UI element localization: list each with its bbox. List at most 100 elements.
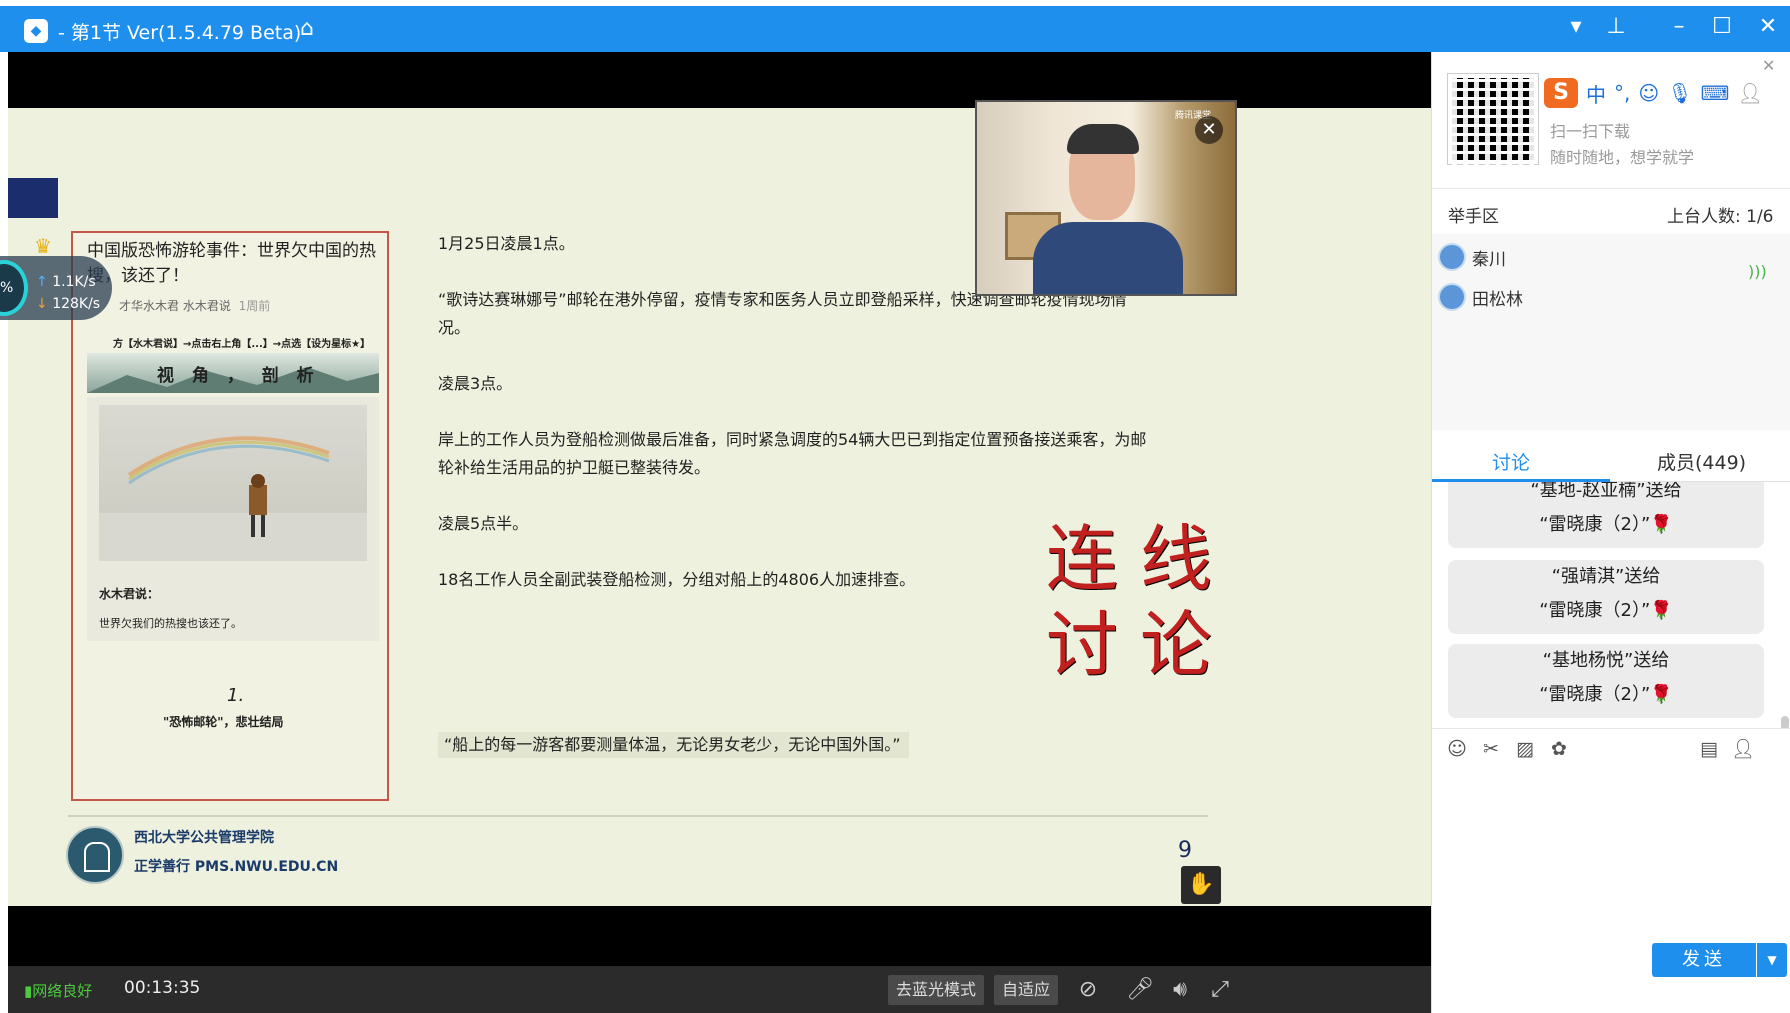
sogou-ime-icon[interactable]: S	[1544, 78, 1578, 108]
network-status: ▮网络良好	[24, 980, 92, 1001]
close-qr-icon[interactable]: ✕	[1762, 56, 1775, 75]
teacher-hair	[1067, 124, 1139, 154]
elapsed-time: 00:13:35	[124, 978, 201, 998]
upload-speed: ↑ 1.1K/s	[36, 274, 96, 290]
article-meta: 才华水木君 水木君说 1周前	[119, 297, 270, 314]
paragraph-3: 凌晨3点。	[438, 374, 513, 393]
dropdown-icon[interactable]: ▾	[1560, 14, 1592, 39]
fullscreen-icon[interactable]: ⤢	[1206, 976, 1234, 1004]
rainbow-photo	[99, 405, 367, 561]
upload-arrow-icon: ↑	[36, 274, 48, 290]
player-control-bar: ▮网络良好 00:13:35 去蓝光模式 自适应 ⊘ 🎤︎ 🔊︎ ⤢	[8, 966, 1431, 1013]
teacher-body	[1033, 222, 1183, 294]
download-arrow-icon: ↓	[36, 296, 48, 312]
qr-slogan: 随时随地，想学就学	[1550, 148, 1695, 167]
rainbow-illustration	[99, 436, 367, 561]
send-options-icon[interactable]: ▼	[1757, 943, 1787, 977]
minimize-button[interactable]: –	[1663, 14, 1695, 39]
article-quote: 世界欠我们的热搜也该还了。	[99, 617, 242, 630]
image-icon[interactable]: ▨	[1512, 737, 1538, 761]
network-percent: %	[0, 280, 14, 296]
member-name: 田松林	[1472, 289, 1523, 310]
vip-crown-icon: ♛	[34, 234, 52, 258]
tab-members[interactable]: 成员(449)	[1657, 448, 1746, 475]
ime-emoji-icon[interactable]: ☺	[1638, 81, 1659, 105]
chat-message-line: “基地-赵亚楠”送给	[1530, 482, 1682, 501]
raise-hand-member[interactable]: 田松林	[1438, 282, 1523, 312]
article-banner: 视 角 ， 剖 析	[87, 353, 379, 393]
download-speed-value: 128K/s	[52, 296, 101, 312]
footer-school: 西北大学公共管理学院	[134, 830, 274, 846]
mic-muted-icon[interactable]: 🎤︎	[1126, 976, 1154, 1004]
raise-hand-member[interactable]: 秦川	[1438, 242, 1506, 272]
chat-message: “基地-赵亚楠”送给 “雷晓康（2）”🌹	[1448, 482, 1764, 548]
raise-hand-area-title: 举手区	[1448, 207, 1499, 227]
footer-site: 正学善行 PMS.NWU.EDU.CN	[134, 859, 339, 875]
card-icon[interactable]: ▤	[1696, 737, 1722, 761]
ime-voice-icon[interactable]: 🎙︎	[1667, 81, 1692, 105]
article-banner-text: 视 角 ， 剖 析	[157, 366, 320, 386]
avatar	[1438, 243, 1466, 271]
article-follow-hint: 方【水木君说】→点击右上角【...】→点选【设为星标★】	[113, 339, 371, 350]
headline-line-2: 讨论	[1046, 603, 1235, 687]
pin-icon[interactable]: ⊥	[1600, 14, 1632, 39]
footer-divider	[68, 815, 1208, 817]
member-name: 秦川	[1472, 249, 1506, 270]
paragraph-1: 1月25日凌晨1点。	[438, 234, 575, 253]
tab-discussion[interactable]: 讨论	[1492, 448, 1530, 475]
ime-chinese-toggle[interactable]: 中	[1586, 79, 1606, 108]
side-panel: ✕ S 中 °, ☺ 🎙︎ ⌨ 👤︎ 扫一扫下载 随时随地，想学就学 举手区 上…	[1431, 52, 1790, 1013]
highlight-quote: “船上的每一游客都要测量体温，无论男女老少，无论中国外国。”	[438, 732, 909, 758]
qr-download-text: 扫一扫下载	[1550, 122, 1631, 141]
chat-message-line: “雷晓康（2）”🌹	[1539, 684, 1673, 705]
chat-message: “强靖淇”送给 “雷晓康（2）”🌹	[1448, 560, 1764, 634]
teacher-webcam[interactable]: 腾讯课堂 ✕	[975, 100, 1237, 296]
close-button[interactable]: ✕	[1752, 14, 1784, 39]
fit-button[interactable]: 自适应	[994, 975, 1059, 1005]
screen-off-icon[interactable]: ⊘	[1074, 976, 1102, 1004]
home-icon[interactable]: ⌂	[300, 16, 314, 41]
network-speed-widget[interactable]: % ↑ 1.1K/s ↓ 128K/s	[0, 256, 112, 320]
article-time: 1周前	[238, 299, 271, 313]
bluray-mode-button[interactable]: 去蓝光模式	[888, 975, 985, 1005]
university-seal	[66, 826, 124, 884]
article-author: 才华水木君 水木君说	[119, 299, 231, 313]
ime-punct-icon[interactable]: °,	[1614, 81, 1630, 105]
send-button[interactable]: 发送	[1652, 943, 1756, 977]
maximize-button[interactable]: ☐	[1706, 14, 1738, 39]
app-logo-icon: ◆	[24, 19, 48, 43]
scissors-icon[interactable]: ✂	[1478, 737, 1504, 761]
panel-divider	[1432, 188, 1790, 189]
paragraph-4: 岸上的工作人员为登船检测做最后准备，同时紧急调度的54辆大巴已到指定位置预备接送…	[438, 430, 1147, 477]
qr-code	[1447, 73, 1542, 168]
article-caption: "恐怖邮轮"，悲壮结局	[163, 715, 284, 729]
chat-messages[interactable]: “基地-赵亚楠”送给 “雷晓康（2）”🌹 “强靖淇”送给 “雷晓康（2）”🌹 “…	[1432, 482, 1790, 728]
panel-tabs: 讨论 成员(449)	[1432, 436, 1790, 482]
chat-message-line: “基地杨悦”送给	[1542, 650, 1670, 671]
chat-message-line: “雷晓康（2）”🌹	[1539, 514, 1673, 535]
emoji-icon[interactable]: ☺	[1444, 737, 1470, 761]
raise-hand-list: 秦川 ))) 田松林	[1432, 234, 1790, 430]
avatar	[1438, 283, 1466, 311]
article-screenshot: 中国版恐怖游轮事件：世界欠中国的热搜，该还了！ 才华水木君 水木君说 1周前 方…	[71, 231, 389, 801]
user-icon[interactable]: 👤︎	[1730, 737, 1756, 761]
network-status-label: 网络良好	[32, 982, 93, 1000]
speaking-icon: )))	[1748, 262, 1767, 281]
ime-toolbar[interactable]: S 中 °, ☺ 🎙︎ ⌨ 👤︎	[1544, 78, 1763, 108]
on-stage-count: 上台人数: 1/6	[1667, 207, 1774, 227]
chat-message-line: “雷晓康（2）”🌹	[1539, 600, 1673, 621]
raise-hand-icon[interactable]: ✋	[1181, 866, 1221, 904]
paragraph-6: 18名工作人员全副武装登船检测，分组对船上的4806人加速排查。	[438, 570, 916, 589]
ime-keyboard-icon[interactable]: ⌨	[1701, 81, 1730, 105]
slide-decoration	[8, 178, 58, 218]
paragraph-5: 凌晨5点半。	[438, 514, 529, 533]
download-speed: ↓ 128K/s	[36, 296, 100, 312]
ime-user-icon[interactable]: 👤︎	[1737, 81, 1762, 105]
article-said-label: 水木君说：	[99, 587, 160, 601]
chat-scrollbar[interactable]	[1781, 716, 1789, 728]
close-icon[interactable]: ✕	[1195, 116, 1223, 144]
volume-icon[interactable]: 🔊︎	[1166, 976, 1194, 1004]
flower-icon[interactable]: ✿	[1546, 737, 1572, 761]
slide-page-number: 9	[1178, 838, 1192, 863]
article-title: 中国版恐怖游轮事件：世界欠中国的热搜，该还了！	[87, 241, 376, 286]
